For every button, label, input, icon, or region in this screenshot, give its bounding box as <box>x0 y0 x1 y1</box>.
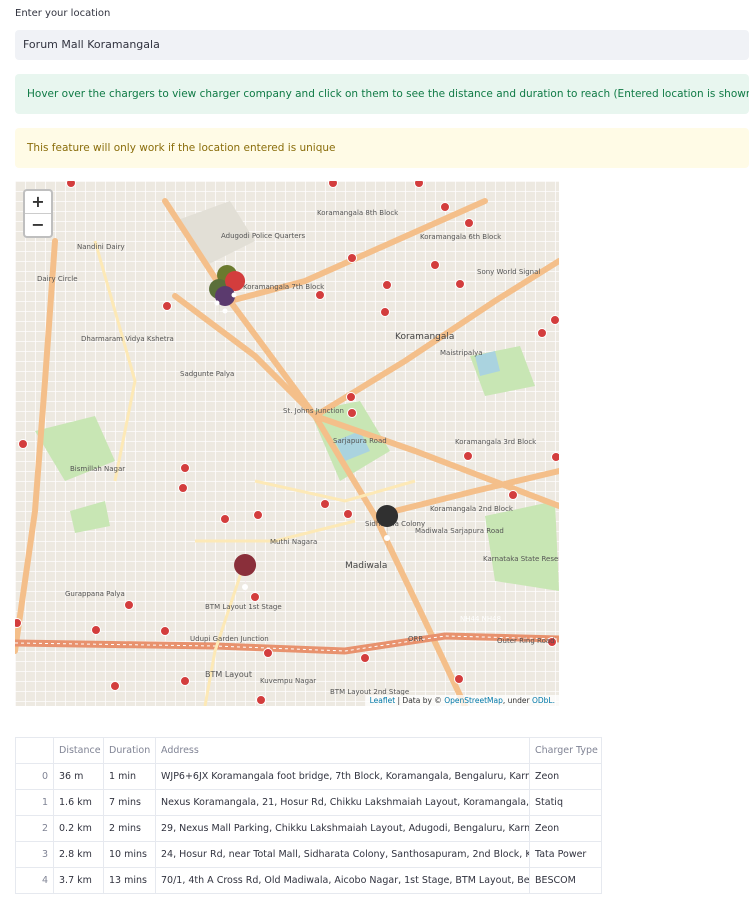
duration-cell[interactable]: 2 mins <box>103 815 156 842</box>
charger-type-cell[interactable]: Zeon <box>529 763 602 790</box>
map-label: Kuvempu Nagar <box>260 677 316 685</box>
attribution-under: , under <box>502 696 532 705</box>
charger-map[interactable]: Koramangala 8th Block Adugodi Police Qua… <box>15 181 559 706</box>
map-label: BTM Layout 1st Stage <box>205 603 282 611</box>
map-label: St. Johns Junction <box>283 407 344 415</box>
map-label: Bismillah Nagar <box>70 465 125 473</box>
column-header-duration[interactable]: Duration <box>103 737 156 764</box>
column-header-index[interactable] <box>15 737 54 764</box>
duration-cell[interactable]: 10 mins <box>103 841 156 868</box>
map-label: Koramangala 2nd Block <box>430 505 514 513</box>
table-row: 1 1.6 km 7 mins Nexus Koramangala, 21, H… <box>15 789 602 816</box>
osm-link[interactable]: OpenStreetMap <box>444 696 503 705</box>
map-label: BTM Layout <box>205 670 252 679</box>
table-row: 0 36 m 1 min WJP6+6JX Koramangala foot b… <box>15 763 602 790</box>
row-index: 3 <box>15 841 54 868</box>
distance-cell[interactable]: 3.7 km <box>53 867 104 894</box>
address-cell[interactable]: WJP6+6JX Koramangala foot bridge, 7th Bl… <box>155 763 530 790</box>
map-label: Muthi Nagara <box>270 538 317 546</box>
map-label: Gurappana Palya <box>65 590 125 598</box>
map-label: ORR <box>408 635 423 643</box>
zoom-in-button[interactable]: + <box>25 191 51 213</box>
map-label: Outer Ring Road <box>497 637 555 645</box>
charger-type-cell[interactable]: Statiq <box>529 789 602 816</box>
distance-cell[interactable]: 2.8 km <box>53 841 104 868</box>
duration-cell[interactable]: 13 mins <box>103 867 156 894</box>
attribution-text: | Data by © <box>395 696 445 705</box>
map-label: Koramangala 3rd Block <box>455 438 537 446</box>
row-index: 2 <box>15 815 54 842</box>
address-cell[interactable]: 24, Hosur Rd, near Total Mall, Sidharata… <box>155 841 530 868</box>
duration-cell[interactable]: 7 mins <box>103 789 156 816</box>
leaflet-link[interactable]: Leaflet <box>370 696 396 705</box>
table-header-row: Distance Duration Address Charger Type <box>15 737 602 764</box>
row-index: 4 <box>15 867 54 894</box>
map-label: Adugodi Police Quarters <box>221 232 305 240</box>
distance-cell[interactable]: 0.2 km <box>53 815 104 842</box>
distance-cell[interactable]: 36 m <box>53 763 104 790</box>
map-label: NH44 NH48 <box>460 615 501 623</box>
map-label: Sony World Signal <box>477 268 540 276</box>
address-cell[interactable]: 29, Nexus Mall Parking, Chikku Lakshmaia… <box>155 815 530 842</box>
zoom-out-button[interactable]: − <box>25 213 51 236</box>
map-label: Maistripalya <box>440 349 483 357</box>
charger-type-cell[interactable]: Zeon <box>529 815 602 842</box>
map-label: Koramangala <box>395 332 454 342</box>
warning-alert: This feature will only work if the locat… <box>15 128 749 168</box>
map-tiles: Koramangala 8th Block Adugodi Police Qua… <box>15 181 559 706</box>
charger-type-cell[interactable]: BESCOM <box>529 867 602 894</box>
table-row: 3 2.8 km 10 mins 24, Hosur Rd, near Tota… <box>15 841 602 868</box>
row-index: 1 <box>15 789 54 816</box>
map-label: Madiwala Sarjapura Road <box>415 527 504 535</box>
row-index: 0 <box>15 763 54 790</box>
map-label: Koramangala 8th Block <box>317 209 399 217</box>
odbl-link[interactable]: ODbL. <box>532 696 555 705</box>
column-header-charger-type[interactable]: Charger Type <box>529 737 602 764</box>
location-input[interactable]: Forum Mall Koramangala <box>15 30 749 60</box>
charger-type-cell[interactable]: Tata Power <box>529 841 602 868</box>
table-row: 2 0.2 km 2 mins 29, Nexus Mall Parking, … <box>15 815 602 842</box>
map-label: Nandini Dairy <box>77 243 125 251</box>
map-label: Koramangala 7th Block <box>243 283 325 291</box>
map-label: Koramangala 6th Block <box>420 233 502 241</box>
address-cell[interactable]: Nexus Koramangala, 21, Hosur Rd, Chikku … <box>155 789 530 816</box>
info-alert: Hover over the chargers to view charger … <box>15 74 749 114</box>
table-row: 4 3.7 km 13 mins 70/1, 4th A Cross Rd, O… <box>15 867 602 894</box>
map-label: Udupi Garden Junction <box>190 635 269 643</box>
duration-cell[interactable]: 1 min <box>103 763 156 790</box>
map-label: Sadgunte Palya <box>180 370 234 378</box>
location-label: Enter your location <box>15 8 111 19</box>
column-header-address[interactable]: Address <box>155 737 530 764</box>
map-label: Dairy Circle <box>37 275 78 283</box>
map-label: Sarjapura Road <box>333 437 387 445</box>
zoom-control: + − <box>23 189 53 238</box>
map-attribution: Leaflet | Data by © OpenStreetMap, under… <box>365 695 559 706</box>
charger-table: Distance Duration Address Charger Type 0… <box>15 737 602 894</box>
column-header-distance[interactable]: Distance <box>53 737 104 764</box>
distance-cell[interactable]: 1.6 km <box>53 789 104 816</box>
map-label: Madiwala <box>345 561 387 571</box>
map-label: Karnataka State Reserve Police Quarters <box>483 555 559 563</box>
address-cell[interactable]: 70/1, 4th A Cross Rd, Old Madiwala, Aico… <box>155 867 530 894</box>
map-label: Dharmaram Vidya Kshetra <box>81 335 174 343</box>
